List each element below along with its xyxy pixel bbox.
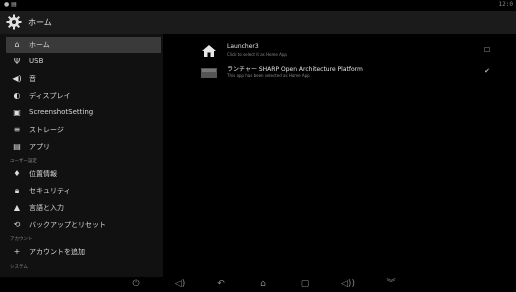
sharp-launcher-icon bbox=[201, 68, 217, 78]
display-icon: ◐ bbox=[13, 91, 21, 100]
apps-icon: ▤ bbox=[13, 142, 21, 151]
home-icon[interactable]: ⌂ bbox=[255, 278, 271, 291]
screenshot-icon: ▣ bbox=[13, 108, 21, 117]
power-icon[interactable]: ⏻ bbox=[128, 278, 144, 291]
app-subtitle: This app has been selected as Home App bbox=[227, 73, 310, 78]
settings-gear-icon[interactable] bbox=[6, 14, 22, 30]
section-header-user: ユーザー設定 bbox=[10, 159, 37, 164]
sidebar-item-label: ホーム bbox=[29, 41, 50, 49]
sidebar-item-label: 音 bbox=[29, 75, 36, 83]
sidebar-item-sound[interactable]: ◀) 音 bbox=[6, 71, 161, 87]
sidebar-item-apps[interactable]: ▤ アプリ bbox=[6, 139, 161, 155]
notification-icons: ● ▤ bbox=[4, 1, 17, 8]
sidebar-item-screenshot[interactable]: ▣ ScreenshotSetting bbox=[6, 105, 161, 121]
sidebar-item-label: セキュリティ bbox=[29, 187, 71, 195]
status-bar: ● ▤ 12:0 bbox=[0, 0, 516, 11]
sidebar-item-label: ストレージ bbox=[29, 126, 64, 134]
sidebar-item-label: 位置情報 bbox=[29, 170, 57, 178]
app-name: ランチャー SHARP Open Architecture Platform bbox=[227, 66, 363, 73]
collapse-icon[interactable]: ︾ bbox=[383, 278, 399, 291]
storage-icon: ≡ bbox=[13, 125, 21, 134]
house-app-icon bbox=[202, 45, 216, 57]
sidebar-item-label: ディスプレイ bbox=[29, 92, 71, 100]
back-icon[interactable]: ↶ bbox=[213, 278, 229, 291]
settings-sidebar: ⌂ ホーム Ψ USB ◀) 音 ◐ ディスプレイ ▣ ScreenshotSe… bbox=[0, 34, 163, 277]
page-title: ホーム bbox=[28, 18, 52, 27]
section-header-system: システム bbox=[10, 265, 28, 270]
sidebar-item-label: アカウントを追加 bbox=[29, 248, 85, 256]
sidebar-item-label: USB bbox=[29, 57, 44, 65]
lock-icon: 🔒︎ bbox=[14, 186, 20, 195]
navigation-bar: ⏻ ◁) ↶ ⌂ ▢ ◁)) ︾ bbox=[0, 277, 516, 292]
sidebar-item-usb[interactable]: Ψ USB bbox=[6, 54, 161, 70]
section-header-account: アカウント bbox=[10, 237, 33, 242]
volume-icon: ◀) bbox=[12, 74, 22, 83]
app-name: Launcher3 bbox=[227, 43, 259, 50]
volume-down-icon[interactable]: ◁) bbox=[172, 278, 188, 291]
home-icon: ⌂ bbox=[14, 40, 20, 49]
app-row-launcher3[interactable]: Launcher3 Click to select it as Home App… bbox=[201, 43, 501, 63]
app-row-sharp-launcher[interactable]: ランチャー SHARP Open Architecture Platform T… bbox=[201, 64, 501, 84]
app-subtitle: Click to select it as Home App bbox=[227, 52, 287, 57]
sidebar-item-label: 言語と入力 bbox=[29, 204, 64, 212]
clock: 12:0 bbox=[498, 1, 513, 8]
volume-up-icon[interactable]: ◁)) bbox=[340, 278, 356, 291]
sidebar-item-label: バックアップとリセット bbox=[29, 221, 106, 229]
backup-icon: ⟲ bbox=[13, 220, 21, 229]
add-icon: + bbox=[13, 247, 21, 256]
sidebar-item-label: アプリ bbox=[29, 143, 50, 151]
sidebar-item-language[interactable]: ▲ 言語と入力 bbox=[6, 200, 161, 216]
sidebar-item-backup[interactable]: ⟲ バックアップとリセット bbox=[6, 217, 161, 233]
language-icon: ▲ bbox=[13, 203, 21, 212]
sidebar-item-security[interactable]: 🔒︎ セキュリティ bbox=[6, 183, 161, 199]
sidebar-item-location[interactable]: ♦ 位置情報 bbox=[6, 166, 161, 182]
sidebar-item-label: ScreenshotSetting bbox=[29, 108, 94, 116]
sidebar-item-storage[interactable]: ≡ ストレージ bbox=[6, 122, 161, 138]
checkmark-icon[interactable]: ✔ bbox=[483, 67, 491, 75]
usb-icon: Ψ bbox=[13, 57, 21, 66]
unchecked-checkbox-icon[interactable]: ☐ bbox=[483, 46, 491, 54]
sidebar-item-home[interactable]: ⌂ ホーム bbox=[6, 37, 161, 53]
recents-icon[interactable]: ▢ bbox=[297, 278, 313, 291]
sidebar-item-display[interactable]: ◐ ディスプレイ bbox=[6, 88, 161, 104]
location-icon: ♦ bbox=[13, 169, 21, 178]
action-bar: ホーム bbox=[0, 11, 516, 34]
home-app-list: Launcher3 Click to select it as Home App… bbox=[163, 34, 516, 277]
sidebar-item-add-account[interactable]: + アカウントを追加 bbox=[6, 244, 161, 260]
